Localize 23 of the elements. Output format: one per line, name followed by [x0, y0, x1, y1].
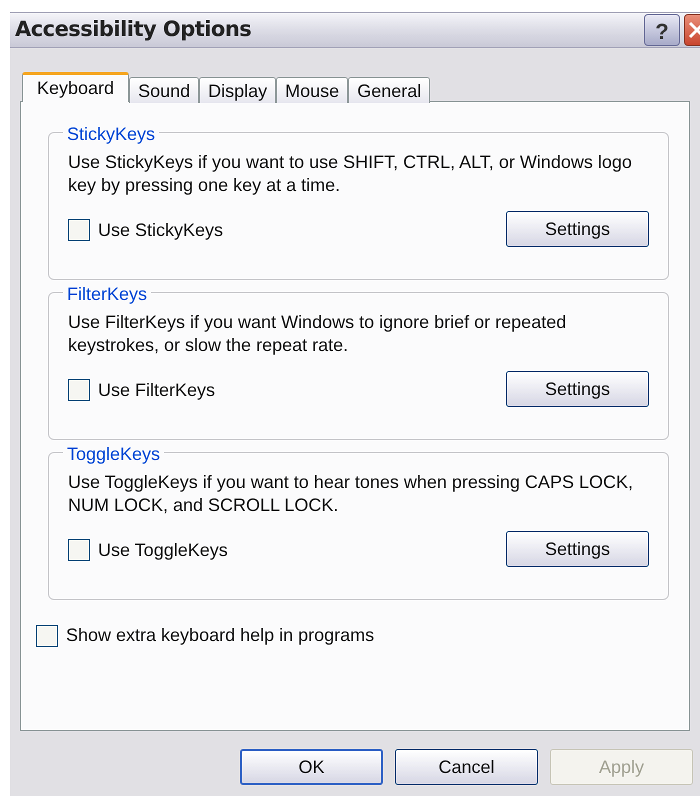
- settings-button[interactable]: Settings: [506, 211, 649, 247]
- tab[interactable]: Sound: [129, 77, 200, 103]
- checkbox[interactable]: [68, 219, 90, 241]
- checkbox[interactable]: [68, 539, 90, 561]
- help-button[interactable]: ?: [644, 14, 680, 46]
- checkbox[interactable]: [36, 624, 58, 646]
- description: Use FilterKeys if you want Windows to ignore brief or repeated keystrokes, or slow the repeat rate.: [68, 311, 568, 357]
- checkbox-label[interactable]: Use ToggleKeys: [98, 536, 228, 564]
- description: Use StickyKeys if you want to use SHIFT, CTRL, ALT, or Windows logo key by pressing one key at a time.: [68, 151, 633, 197]
- description: Use ToggleKeys if you want to hear tones when pressing CAPS LOCK, NUM LOCK, and SCROLL LOCK.: [68, 471, 634, 517]
- tab[interactable]: Display: [199, 77, 276, 103]
- dialog-button[interactable]: Cancel: [395, 749, 538, 785]
- checkbox[interactable]: [68, 379, 90, 401]
- tab[interactable]: Keyboard: [22, 72, 130, 102]
- tab[interactable]: General: [348, 77, 430, 103]
- tab[interactable]: Mouse: [276, 77, 348, 103]
- checkbox-label[interactable]: Use FilterKeys: [98, 376, 216, 404]
- settings-button[interactable]: Settings: [506, 371, 649, 407]
- checkbox-label[interactable]: Show extra keyboard help in programs: [66, 622, 374, 649]
- window-title: Accessibility Options: [15, 16, 252, 44]
- settings-button[interactable]: Settings: [506, 531, 649, 567]
- dialog-button[interactable]: OK: [240, 749, 383, 785]
- checkbox-label[interactable]: Use StickyKeys: [98, 216, 224, 244]
